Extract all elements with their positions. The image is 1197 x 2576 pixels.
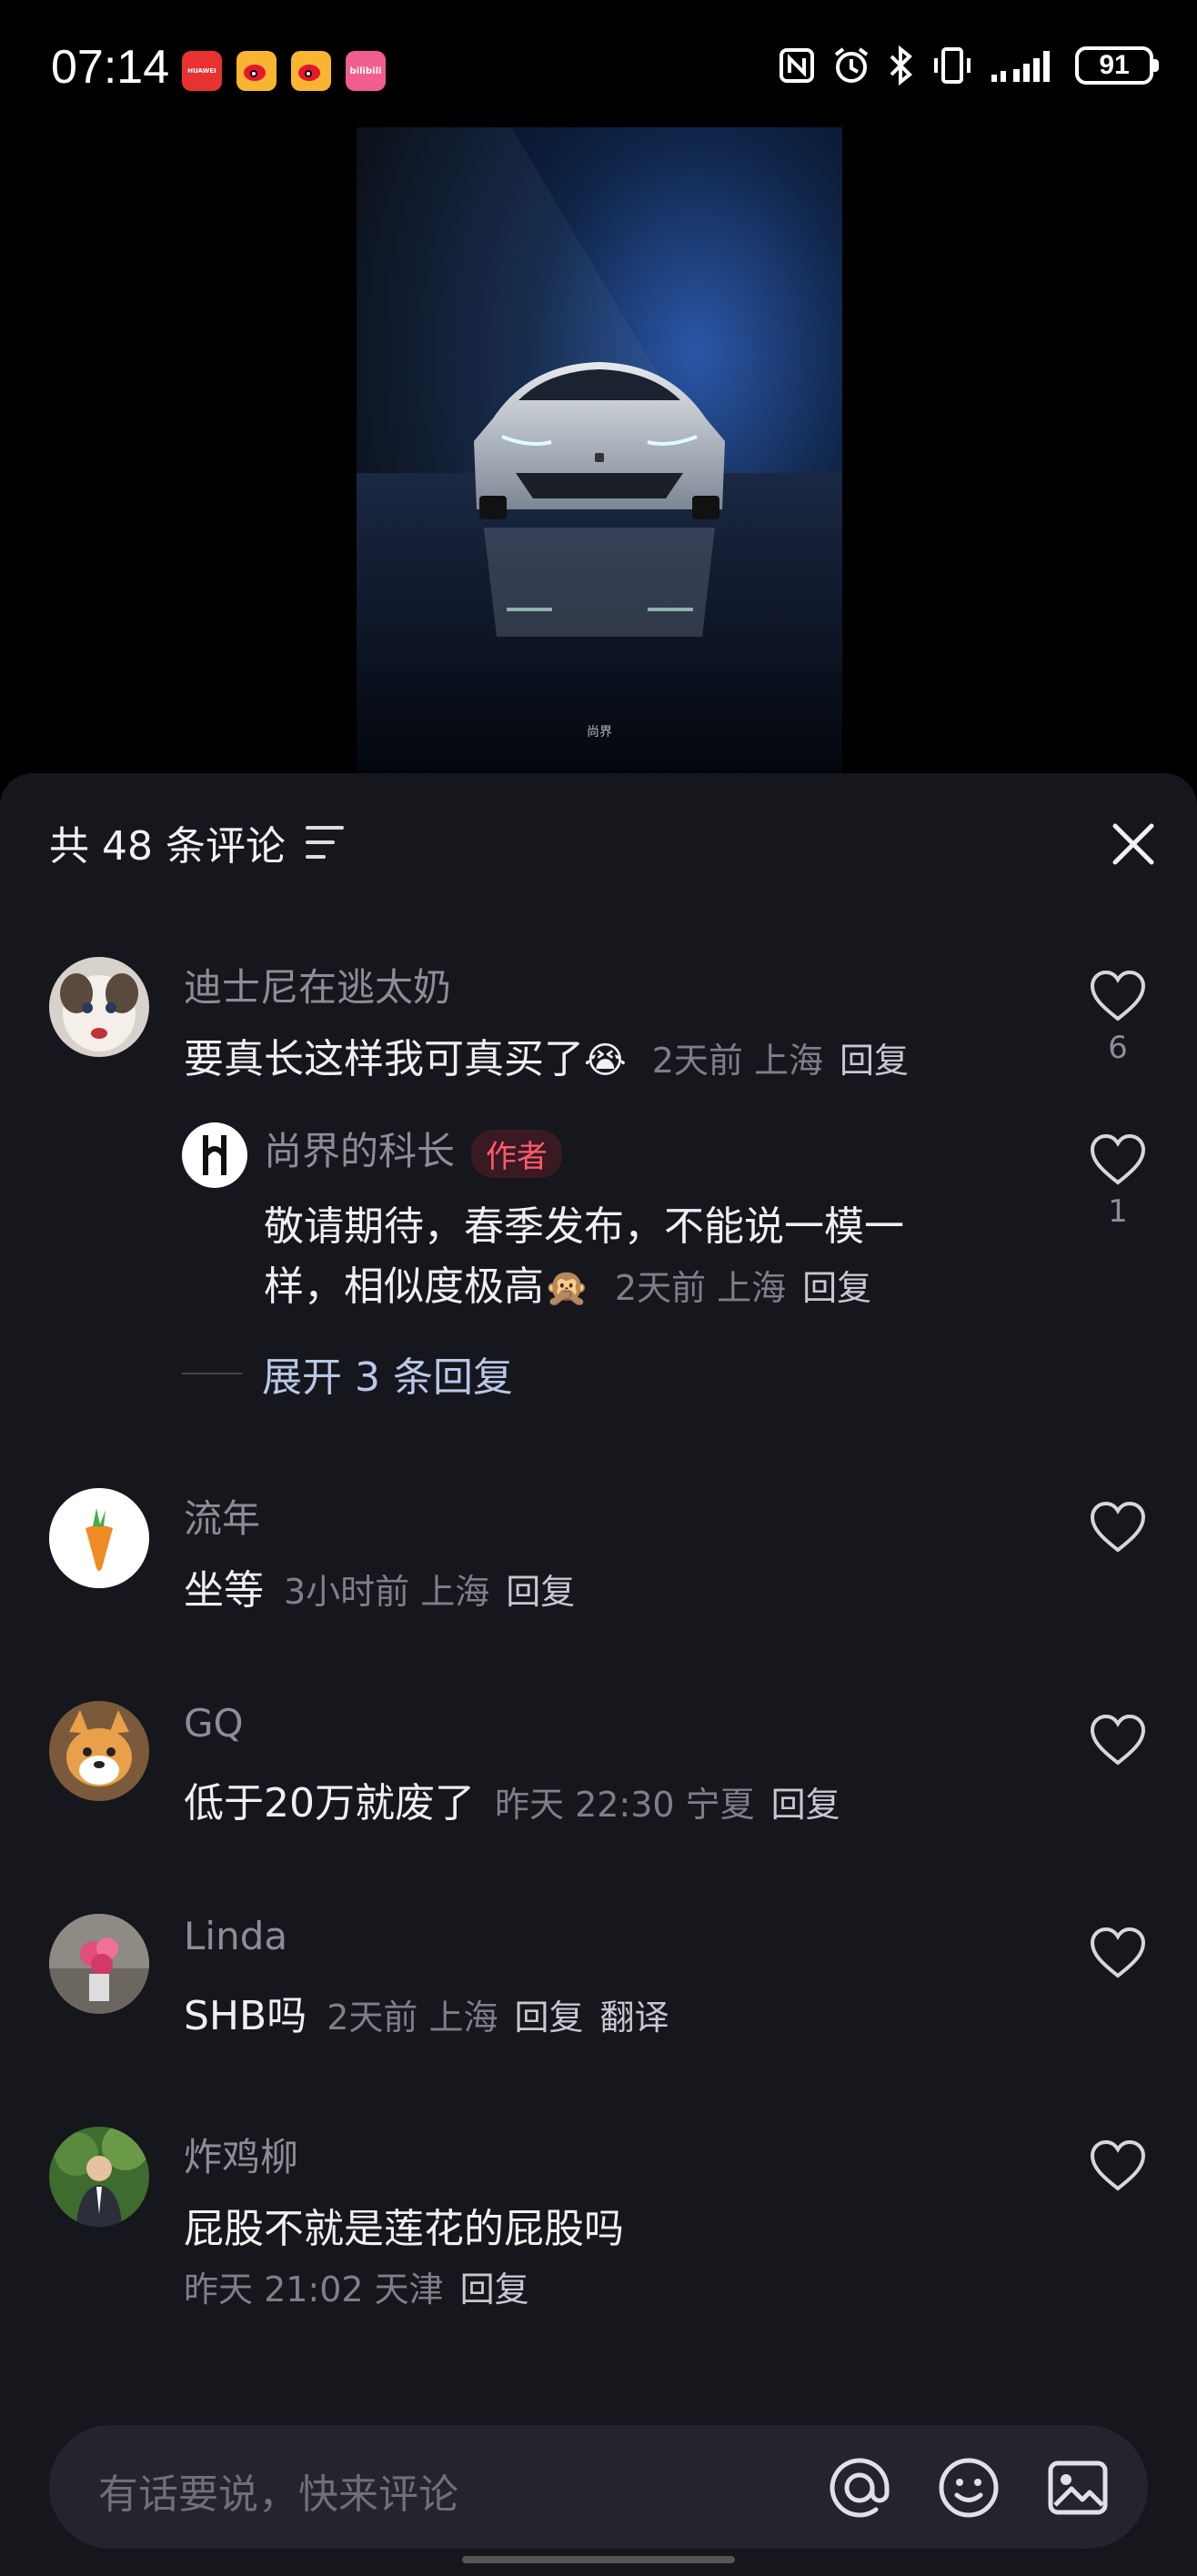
reply-button[interactable]: 回复 — [771, 1785, 840, 1825]
author-badge: 作者 — [471, 1130, 563, 1178]
comment-input-bar[interactable]: 有话要说，快来评论 — [49, 2425, 1148, 2549]
like-button[interactable]: 1 — [1086, 1133, 1150, 1230]
avatar[interactable] — [49, 1914, 149, 2014]
comment-text: 低于20万就废了 — [184, 1780, 475, 1826]
comment-username[interactable]: 流年 — [184, 1488, 260, 1544]
comment-text: 坐等 — [184, 1567, 264, 1614]
reply-meta: 2天前 上海 — [614, 1268, 787, 1308]
comment-body: 低于20万就废了 昨天 22:30 宁夏 回复 — [184, 1770, 840, 1828]
reply-username-text[interactable]: 尚界的科长 — [264, 1129, 455, 1173]
comment-count-title: 共 48 条评论 — [49, 823, 286, 870]
comment-meta: 3小时前 上海 — [284, 1572, 490, 1612]
image-picker-icon[interactable] — [1046, 2456, 1110, 2520]
expand-replies-label[interactable]: 展开 3 条回复 — [262, 1344, 513, 1403]
close-icon[interactable] — [1106, 817, 1161, 871]
like-button[interactable]: 6 — [1086, 970, 1150, 1066]
divider — [182, 1373, 242, 1374]
comment-meta: 昨天 22:30 宁夏 — [495, 1785, 755, 1825]
comment-meta: 昨天 21:02 天津 — [184, 2269, 444, 2309]
avatar[interactable] — [49, 1701, 149, 1801]
sort-filter-icon[interactable] — [305, 826, 344, 859]
car-photo[interactable]: 尚界 — [357, 127, 842, 773]
comment-text: SHB吗 — [184, 1993, 307, 2039]
signal-icon — [991, 51, 1050, 82]
reply-username[interactable]: 尚界的科长 作者 — [264, 1121, 563, 1178]
comment-input-placeholder[interactable]: 有话要说，快来评论 — [98, 2461, 458, 2520]
mention-icon[interactable] — [828, 2456, 891, 2520]
like-button[interactable] — [1086, 2139, 1150, 2192]
heart-icon[interactable] — [1089, 970, 1147, 1022]
comment-username[interactable]: Linda — [184, 1914, 287, 1958]
comment-username[interactable]: GQ — [184, 1701, 244, 1746]
status-time: 07:14 — [51, 41, 170, 94]
heart-icon[interactable] — [1089, 1927, 1147, 1979]
comment-username[interactable]: 炸鸡柳 — [184, 2127, 298, 2182]
battery-indicator: 91 — [1075, 46, 1159, 85]
home-indicator[interactable] — [462, 2556, 735, 2563]
comment-body: SHB吗 2天前 上海 回复 翻译 — [184, 1983, 669, 2041]
notification-app-icons: HUAWEI bilibili — [182, 51, 386, 91]
comment-text: 屁股不就是莲花的屁股吗 — [184, 2206, 624, 2252]
bluetooth-icon — [890, 45, 912, 86]
like-button[interactable] — [1086, 1501, 1150, 1554]
status-bar: 07:14 HUAWEI bilibili 91 — [0, 0, 1197, 136]
reply-button[interactable]: 回复 — [506, 1572, 575, 1612]
expand-replies-button[interactable]: 展开 3 条回复 — [182, 1344, 513, 1403]
like-button[interactable] — [1086, 1714, 1150, 1766]
huawei-app-icon: HUAWEI — [182, 51, 222, 91]
author-avatar[interactable] — [182, 1122, 247, 1188]
heart-icon[interactable] — [1089, 1501, 1147, 1554]
reply-body-line2: 样，相似度极高🙊 2天前 上海 回复 — [264, 1253, 871, 1312]
emoji-icon[interactable] — [937, 2456, 1001, 2520]
translate-button[interactable]: 翻译 — [599, 1997, 669, 2038]
heart-icon[interactable] — [1089, 1133, 1147, 1186]
reply-button[interactable]: 回复 — [514, 1997, 583, 2038]
heart-icon[interactable] — [1089, 1714, 1147, 1766]
nfc-icon — [780, 48, 814, 83]
watermark-text: 尚界 — [587, 725, 612, 740]
crying-emoji-icon: 😭 — [584, 1040, 627, 1082]
comment-text: 要真长这样我可真买了 — [184, 1036, 584, 1082]
like-count: 1 — [1108, 1193, 1128, 1230]
like-button[interactable] — [1086, 1927, 1150, 1979]
reply-text-line2: 样，相似度极高 — [264, 1263, 544, 1310]
comment-item[interactable]: Linda SHB吗 2天前 上海 回复 翻译 — [49, 1914, 1150, 2059]
comment-body: 要真长这样我可真买了😭 2天前 上海 回复 — [184, 1026, 909, 1084]
comment-item[interactable]: GQ 低于20万就废了 昨天 22:30 宁夏 回复 — [49, 1701, 1150, 1846]
reply-item[interactable]: 尚界的科长 作者 敬请期待，春季发布，不能说一模一 样，相似度极高🙊 2天前 上海… — [49, 1121, 1150, 1321]
comment-meta-row: 昨天 21:02 天津 回复 — [184, 2261, 529, 2311]
comment-username[interactable]: 迪士尼在逃太奶 — [184, 957, 451, 1012]
bilibili-icon: bilibili — [346, 51, 386, 91]
comment-header: 共 48 条评论 — [49, 813, 344, 871]
avatar[interactable] — [49, 2127, 149, 2227]
avatar[interactable] — [49, 1488, 149, 1588]
weibo-icon — [236, 51, 277, 91]
comment-meta: 2天前 上海 — [327, 1997, 498, 2038]
reply-button[interactable]: 回复 — [802, 1268, 871, 1308]
status-icons: 91 — [779, 45, 1159, 86]
like-count: 6 — [1108, 1030, 1128, 1066]
reply-text-line1: 敬请期待，春季发布，不能说一模一 — [264, 1203, 904, 1250]
avatar[interactable] — [49, 957, 149, 1057]
vibrate-icon — [934, 47, 971, 84]
alarm-icon — [834, 47, 869, 83]
comment-body: 坐等 3小时前 上海 回复 — [184, 1557, 575, 1615]
comment-item[interactable]: 炸鸡柳 屁股不就是莲花的屁股吗 昨天 21:02 天津 回复 — [49, 2127, 1150, 2327]
comment-meta: 2天前 上海 — [651, 1041, 824, 1081]
monkey-emoji-icon: 🙊 — [544, 1267, 589, 1309]
reply-button[interactable]: 回复 — [840, 1041, 909, 1081]
comment-item[interactable]: 流年 坐等 3小时前 上海 回复 — [49, 1488, 1150, 1634]
heart-icon[interactable] — [1089, 2139, 1147, 2192]
reply-button[interactable]: 回复 — [460, 2269, 529, 2309]
weibo-icon — [291, 51, 331, 91]
